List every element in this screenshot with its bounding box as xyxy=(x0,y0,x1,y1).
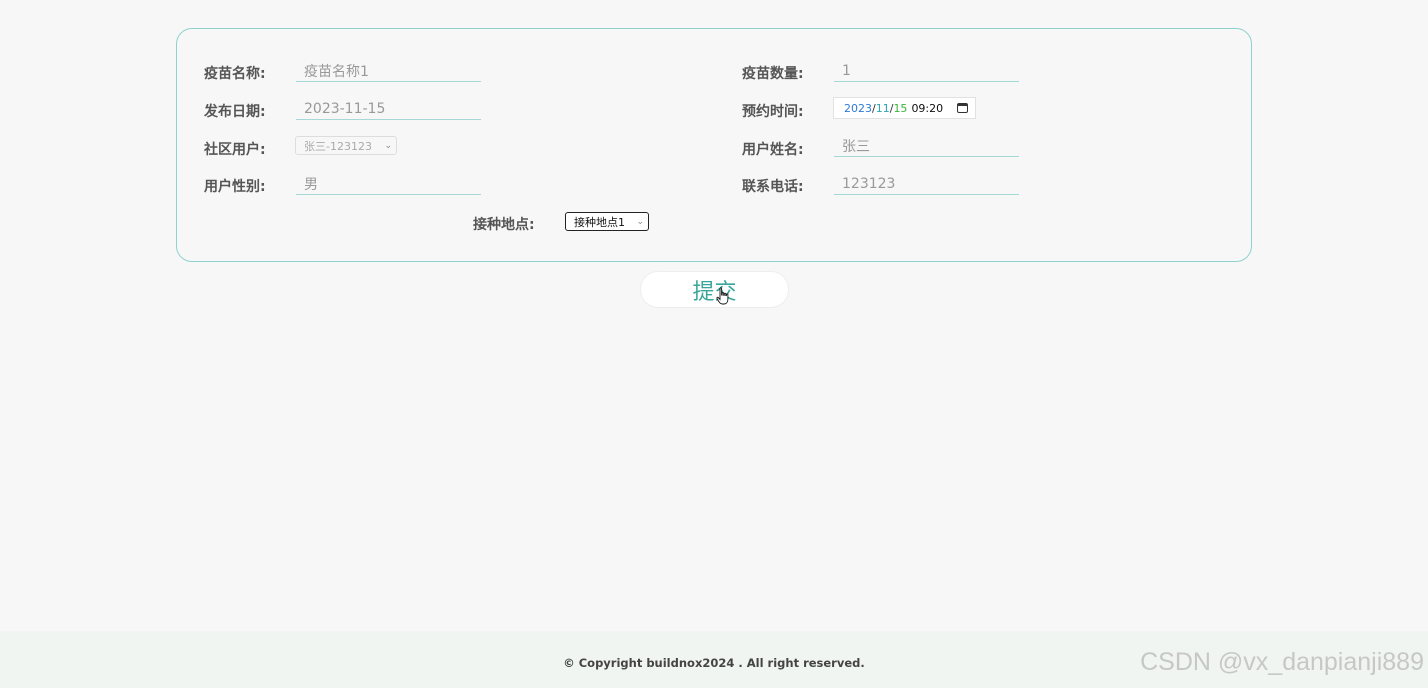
user-gender-field[interactable] xyxy=(296,173,481,195)
user-gender-label: 用户性别: xyxy=(204,179,266,195)
watermark: CSDN @vx_danpianji889 xyxy=(1140,648,1424,676)
appointment-time-label: 预约时间: xyxy=(742,104,804,120)
contact-phone-label: 联系电话: xyxy=(742,179,804,195)
vaccine-name-label: 疫苗名称: xyxy=(204,66,266,82)
vaccine-quantity-field[interactable] xyxy=(834,60,1019,82)
vaccine-appointment-form: 疫苗名称: 疫苗数量: 发布日期: 预约时间: 2023/11/15 09:20… xyxy=(176,28,1252,262)
vaccination-site-label: 接种地点: xyxy=(473,217,535,233)
community-user-label: 社区用户: xyxy=(204,142,266,158)
community-user-value: 张三-123123 xyxy=(304,139,372,153)
footer: © Copyright buildnox2024 . All right res… xyxy=(0,631,1428,688)
publish-date-label: 发布日期: xyxy=(204,104,266,120)
vaccine-quantity-label: 疫苗数量: xyxy=(742,66,804,82)
appointment-clock-time: 09:20 xyxy=(911,101,944,115)
appointment-year: 2023 xyxy=(844,101,872,115)
contact-phone-field[interactable] xyxy=(834,173,1019,195)
user-name-label: 用户姓名: xyxy=(742,142,804,158)
vaccination-site-value: 接种地点1 xyxy=(574,215,625,229)
user-name-field[interactable] xyxy=(834,135,1019,157)
chevron-down-icon: ⌄ xyxy=(636,216,644,227)
submit-button[interactable]: 提交 xyxy=(640,271,789,308)
vaccination-site-select[interactable]: 接种地点1 ⌄ xyxy=(565,212,649,231)
appointment-time-picker[interactable]: 2023/11/15 09:20 xyxy=(833,97,976,119)
vaccine-name-field[interactable] xyxy=(296,60,481,82)
community-user-select: 张三-123123 ⌄ xyxy=(295,136,397,155)
chevron-down-icon: ⌄ xyxy=(384,140,392,151)
appointment-day: 15 xyxy=(893,101,908,115)
calendar-icon[interactable] xyxy=(957,103,969,113)
appointment-month: 11 xyxy=(875,101,890,115)
page: 疫苗名称: 疫苗数量: 发布日期: 预约时间: 2023/11/15 09:20… xyxy=(0,0,1428,688)
publish-date-field[interactable] xyxy=(296,98,481,120)
